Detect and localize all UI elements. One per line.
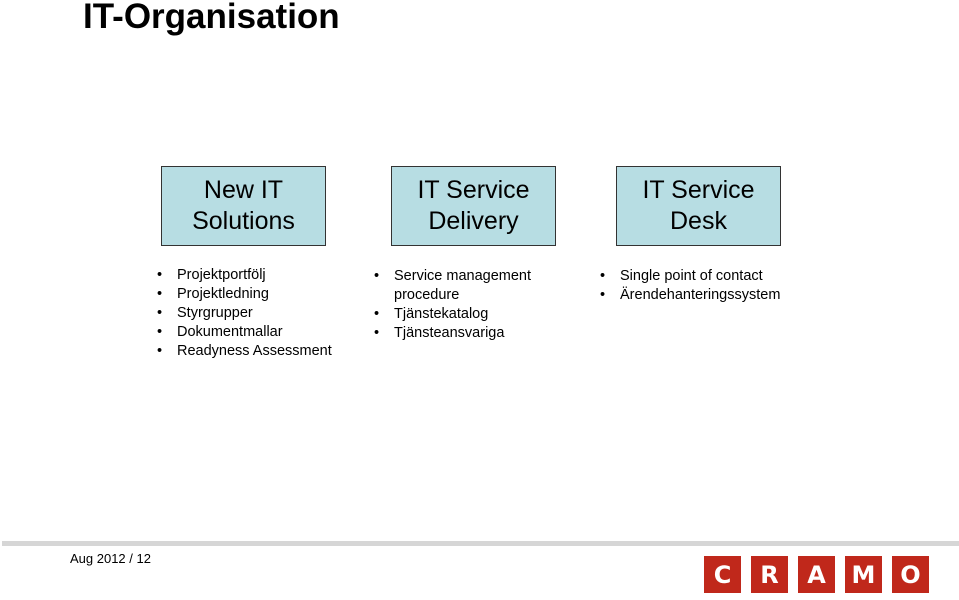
bullet-icon: • (157, 324, 163, 340)
bullet-icon: • (600, 287, 606, 303)
logo-tile: O (892, 556, 929, 593)
list-item: • Ärendehanteringssystem (600, 287, 781, 303)
bullet-icon: • (157, 267, 163, 283)
bullet-list-new-it-solutions: • Projektportfölj • Projektledning • Styrgr… (157, 266, 332, 361)
heading-line: IT Service (642, 176, 755, 204)
list-item: • Service management procedure (374, 268, 532, 303)
heading-line: IT Service (417, 176, 530, 204)
logo-tile: C (704, 556, 741, 593)
bullet-icon: • (157, 343, 163, 359)
logo-tile: R (751, 556, 788, 593)
heading-box-it-service-delivery: IT Service Delivery (391, 166, 556, 246)
list-item: • Tjänsteansvariga (374, 325, 505, 341)
bullet-icon: • (374, 325, 380, 341)
heading-line: Desk (670, 207, 727, 235)
logo-tile: M (845, 556, 882, 593)
bullet-icon: • (600, 268, 606, 284)
cramo-logo: C R A M O (704, 556, 929, 593)
list-item: • Projektportfölj (157, 267, 266, 283)
heading-box-it-service-desk: IT Service Desk (616, 166, 781, 246)
page-title: IT-Organisation (83, 0, 340, 36)
bullet-icon: • (157, 286, 163, 302)
bullet-icon: • (374, 306, 380, 322)
footer-divider (2, 541, 959, 546)
list-item: • Readyness Assessment (157, 343, 332, 359)
list-item: • Tjänstekatalog (374, 306, 489, 322)
heading-box-new-it-solutions: New IT Solutions (161, 166, 326, 246)
list-item: • Styrgrupper (157, 305, 253, 321)
list-item: • Dokumentmallar (157, 324, 283, 340)
heading-line: New IT (203, 176, 284, 204)
bullet-icon: • (157, 305, 163, 321)
list-item: • Projektledning (157, 286, 269, 302)
bullet-list-it-service-desk: • Single point of contact • Ärendehanterin… (600, 267, 780, 305)
bullet-list-it-service-delivery: • Service management procedure • Tjänsteka… (374, 267, 549, 343)
heading-line: Solutions (192, 207, 295, 235)
bullet-icon: • (374, 268, 380, 284)
footer-date-page: Aug 2012 / 12 (70, 551, 151, 566)
list-item: • Single point of contact (600, 268, 763, 284)
heading-line: Delivery (428, 207, 519, 235)
logo-tile: A (798, 556, 835, 593)
